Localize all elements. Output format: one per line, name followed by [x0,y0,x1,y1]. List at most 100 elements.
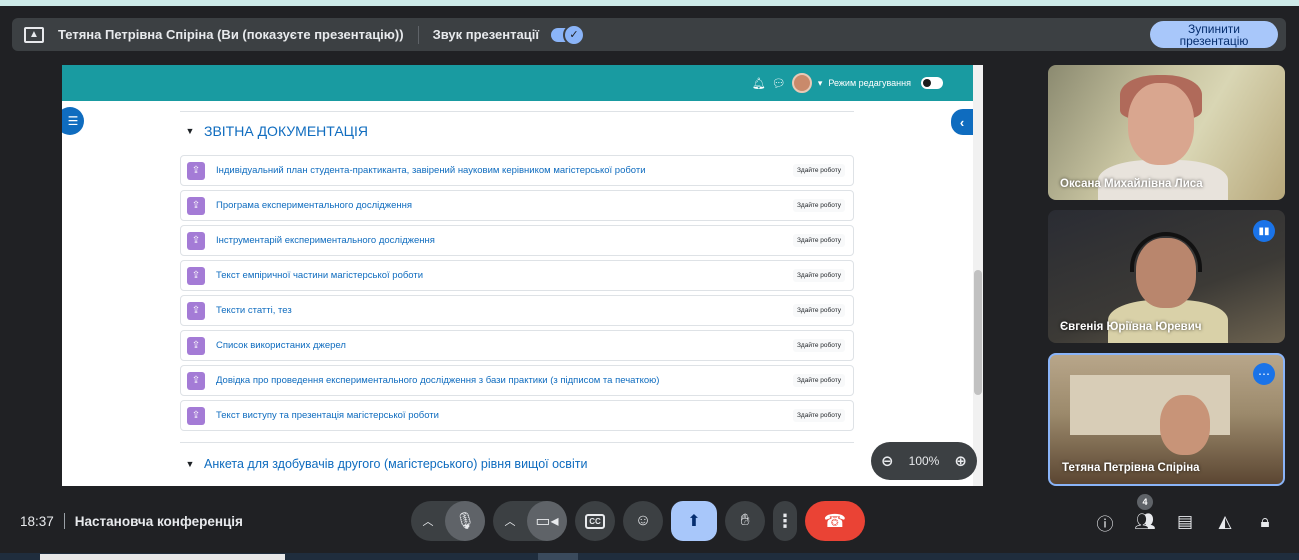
chevron-down-icon[interactable]: ▼ [182,123,198,139]
completion-badge: Здайте роботу [792,164,845,177]
section-title: ЗВІТНА ДОКУМЕНТАЦІЯ [204,123,369,139]
participant-tile[interactable]: Оксана Михайлівна Лиса [1048,65,1285,200]
chevron-down-icon[interactable]: ▾ [818,78,823,89]
activity-row[interactable]: ⇪ Інструментарій експериментального досл… [180,225,854,256]
activity-row[interactable]: ⇪ Список використаних джерел Здайте робо… [180,330,854,361]
call-controls: ︿ 🎙︎ ︿ ▭◂ CC ☺ ⬆ ✋︎ ⋮ ☎ [411,501,865,541]
zoom-out-icon[interactable]: ⊖ [881,452,894,470]
assignment-icon: ⇪ [187,231,205,250]
os-taskbar [0,553,1299,560]
block-drawer-toggle-icon[interactable]: ‹ [951,109,973,135]
edit-mode-label: Режим редагування [828,78,911,88]
more-options-icon[interactable]: ⋮ [773,501,797,541]
video-feed-shape [1160,395,1210,455]
completion-badge: Здайте роботу [792,269,845,282]
top-accent-strip [0,0,1299,6]
emoji-icon[interactable]: ☺ [623,501,663,541]
assignment-icon: ⇪ [187,371,205,390]
scrollbar[interactable] [973,65,983,486]
hangup-icon[interactable]: ☎ [805,501,865,541]
presentation-bar: ▲ Тетяна Петрівна Спіріна (Ви (показуєте… [12,18,1286,51]
mic-options-chevron-icon[interactable]: ︿ [411,513,445,529]
activity-link[interactable]: Довідка про проведення експериментальног… [216,375,793,386]
assignment-icon: ⇪ [187,266,205,285]
course-index-toggle-icon[interactable]: ☰ [62,107,84,135]
activity-row[interactable]: ⇪ Індивідуальний план студента-практикан… [180,155,854,186]
section-title: Анкета для здобувачів другого (магістерс… [204,457,588,471]
video-feed-shape [1128,83,1194,165]
activity-link[interactable]: Тексти статті, тез [216,305,793,316]
present-now-icon[interactable]: ⬆ [671,501,717,541]
raise-hand-icon[interactable]: ✋︎ [725,501,765,541]
activity-link[interactable]: Текст виступу та презентація магістерськ… [216,410,793,421]
activity-link[interactable]: Список використаних джерел [216,340,793,351]
more-options-icon[interactable]: ⋯ [1253,363,1275,385]
presentation-sound-label: Звук презентації [432,27,539,42]
assignment-icon: ⇪ [187,196,205,215]
participant-tile[interactable]: ▮▮ Євгенія Юріївна Юревич [1048,210,1285,343]
presentation-sound-toggle[interactable]: ✓ [550,23,585,46]
scrollbar-thumb[interactable] [974,270,982,395]
assignment-icon: ⇪ [187,301,205,320]
section-header[interactable]: ▼ Анкета для здобувачів другого (магісте… [182,456,588,472]
host-controls-icon[interactable]: 🔒︎ [1255,511,1275,533]
activity-link[interactable]: Інструментарій експериментального дослід… [216,235,793,246]
completion-badge: Здайте роботу [792,234,845,247]
lms-header: 🔔︎ 💬︎ ▾ Режим редагування [62,65,983,101]
assignment-icon: ⇪ [187,336,205,355]
captions-button[interactable]: CC [575,501,615,541]
people-count-badge: 4 [1137,494,1153,510]
activity-row[interactable]: ⇪ Програма експериментального дослідженн… [180,190,854,221]
assignment-icon: ⇪ [187,161,205,180]
completion-badge: Здайте роботу [792,339,845,352]
chat-icon[interactable]: 💬︎ [772,77,786,90]
participant-name: Оксана Михайлівна Лиса [1060,178,1203,190]
chat-panel-icon[interactable]: ▤ [1175,511,1195,533]
section-divider [180,442,854,443]
participant-tile-self[interactable]: ⋯ Тетяна Петрівна Спіріна [1048,353,1285,486]
activity-row[interactable]: ⇪ Текст виступу та презентація магістерс… [180,400,854,431]
activity-link[interactable]: Програма експериментального дослідження [216,200,793,211]
presenter-label: Тетяна Петрівна Спіріна (Ви (показуєте п… [58,27,404,42]
user-avatar[interactable] [791,73,812,93]
zoom-in-icon[interactable]: ⊕ [954,452,967,470]
activity-row[interactable]: ⇪ Текст емпіричної частини магістерської… [180,260,854,291]
people-icon[interactable]: 4 👥︎ [1134,494,1156,533]
activity-link[interactable]: Текст емпіричної частини магістерської р… [216,270,793,281]
side-panel-controls: ⓘ 4 👥︎ ▤ ◭ 🔒︎ [1095,494,1275,534]
speaking-indicator-icon: ▮▮ [1253,220,1275,242]
stop-presenting-line2: презентацію [1179,34,1249,48]
lms-header-actions: 🔔︎ 💬︎ ▾ Режим редагування [752,73,943,93]
activity-link[interactable]: Індивідуальний план студента-практиканта… [216,165,793,176]
completion-badge: Здайте роботу [792,199,845,212]
zoom-control: ⊖ 100% ⊕ [871,442,977,480]
participant-name: Тетяна Петрівна Спіріна [1062,462,1200,474]
shared-screen: 🔔︎ 💬︎ ▾ Режим редагування ☰ ‹ ▼ ЗВІТНА Д… [62,65,983,486]
current-time: 18:37 [20,513,54,529]
camera-options-chevron-icon[interactable]: ︿ [493,513,527,529]
captions-icon: CC [585,513,605,529]
activity-row[interactable]: ⇪ Довідка про проведення експериментальн… [180,365,854,396]
present-icon: ▲ [24,26,44,43]
completion-badge: Здайте роботу [792,304,845,317]
info-icon[interactable]: ⓘ [1095,511,1115,534]
stop-presenting-button[interactable]: Зупинити презентацію [1150,21,1278,48]
edit-mode-toggle[interactable] [921,77,943,89]
section-header[interactable]: ▼ ЗВІТНА ДОКУМЕНТАЦІЯ [182,123,369,139]
check-icon: ✓ [562,23,585,46]
taskbar-item[interactable] [538,553,578,560]
completion-badge: Здайте роботу [792,374,845,387]
zoom-level: 100% [908,454,940,468]
taskbar-item[interactable] [40,554,285,560]
divider [63,513,65,529]
assignment-icon: ⇪ [187,406,205,425]
bell-icon[interactable]: 🔔︎ [752,77,766,90]
activities-icon[interactable]: ◭ [1215,511,1235,533]
section-divider [180,111,854,112]
camera-group: ︿ ▭◂ [493,501,567,541]
mic-icon[interactable]: 🎙︎ [445,501,485,541]
chevron-down-icon[interactable]: ▼ [182,456,198,472]
participant-name: Євгенія Юріївна Юревич [1060,321,1202,333]
camera-icon[interactable]: ▭◂ [527,501,567,541]
activity-row[interactable]: ⇪ Тексти статті, тез Здайте роботу [180,295,854,326]
